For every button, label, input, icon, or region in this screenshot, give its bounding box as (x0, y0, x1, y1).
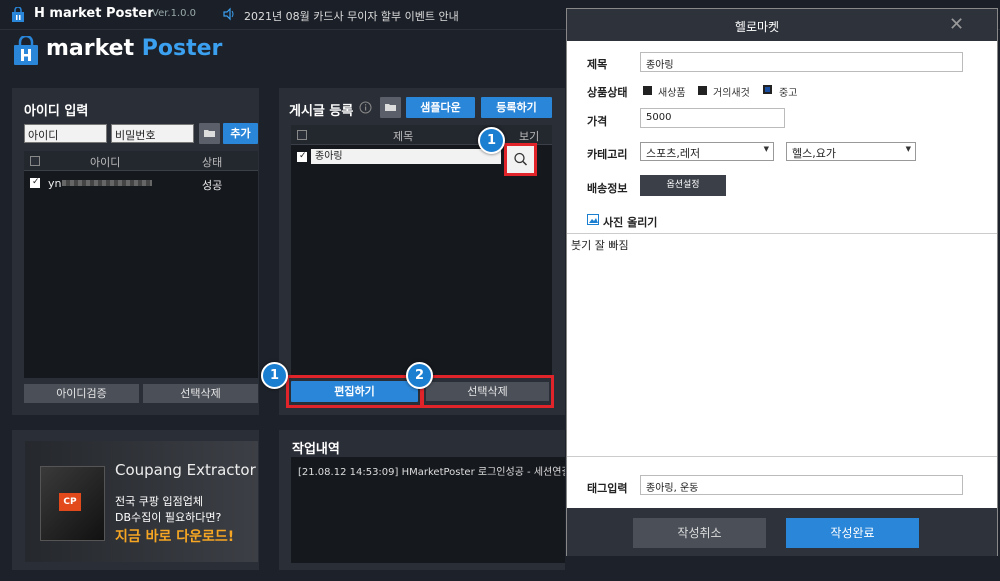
body-text: 붓기 잘 빠짐 (571, 239, 629, 252)
id-input-panel: 아이디 입력 아이디 비밀번호 추가 아이디 상태 yn 성공 아이디검증 선택… (12, 88, 259, 415)
ad-line-2: DB수집이 필요하다면? (115, 511, 222, 524)
folder-button[interactable] (199, 123, 220, 144)
dialog-title: 헬로마켓 (734, 20, 780, 34)
select-all-checkbox[interactable] (30, 156, 40, 166)
view-button[interactable] (504, 143, 537, 176)
dropdown-arrow-icon: ▼ (763, 145, 769, 153)
dialog-footer: 작성취소 작성완료 (567, 508, 997, 556)
ad-cta[interactable]: 지금 바로 다운로드! (115, 526, 234, 546)
condition-option-almost-new: 거의새것 (713, 88, 750, 99)
image-icon (587, 214, 599, 225)
column-status: 상태 (202, 156, 223, 169)
shipping-label: 배송정보 (587, 182, 628, 195)
masked-id (62, 180, 152, 186)
subject-input[interactable]: 종아링 (640, 52, 963, 72)
condition-radio-almost-new[interactable] (698, 86, 707, 95)
dialog-header: 헬로마켓 ✕ (567, 9, 997, 41)
body-editor[interactable]: 붓기 잘 빠짐 (567, 233, 997, 457)
close-icon[interactable]: ✕ (949, 14, 969, 35)
column-id: 아이디 (90, 156, 121, 169)
delete-highlight: 선택삭제 (421, 375, 554, 408)
category-label: 카테고리 (587, 148, 628, 161)
step-badge-1: 1 (261, 362, 288, 389)
app-logo-icon (12, 7, 24, 22)
delete-selected-id-button[interactable]: 선택삭제 (143, 384, 258, 403)
sample-download-button[interactable]: 샘플다운 (406, 97, 475, 118)
work-log-panel: 작업내역 [21.08.12 14:53:09] HMarketPoster 로… (279, 430, 565, 570)
cancel-write-button[interactable]: 작성취소 (633, 518, 766, 548)
post-panel-title: 게시글 등록 (289, 104, 354, 119)
condition-option-used: 중고 (779, 88, 798, 99)
log-panel-title: 작업내역 (292, 442, 340, 457)
ad-line-1: 전국 쿠팡 입점업체 (115, 495, 203, 508)
log-list: [21.08.12 14:53:09] HMarketPoster 로그인성공 … (291, 457, 565, 563)
account-table: 아이디 상태 yn 성공 (24, 151, 258, 378)
product-box-image: CP (40, 466, 105, 541)
shipping-option-button[interactable]: 옵션설정 (640, 175, 726, 196)
password-field[interactable]: 비밀번호 (111, 124, 194, 143)
verify-id-button[interactable]: 아이디검증 (24, 384, 139, 403)
hellomarket-dialog: 헬로마켓 ✕ 제목 종아링 상품상태 새상품 거의새것 중고 가격 5000 카… (566, 8, 998, 556)
row-id: yn (48, 177, 62, 190)
add-account-button[interactable]: 추가 (223, 123, 258, 144)
cp-logo-icon: CP (59, 493, 81, 511)
notice-text[interactable]: 2021년 08월 카드사 무이자 할부 이벤트 안내 (244, 8, 459, 24)
tag-label: 태그입력 (587, 482, 628, 495)
id-field[interactable]: 아이디 (24, 124, 107, 143)
step-badge-2: 2 (406, 362, 433, 389)
folder-button[interactable] (380, 97, 401, 118)
category-value-1: 스포츠,레저 (646, 147, 701, 160)
column-view: 보기 (519, 130, 540, 143)
id-panel-title: 아이디 입력 (24, 104, 89, 119)
log-entry: [21.08.12 14:53:09] HMarketPoster 로그인성공 … (298, 467, 565, 478)
delete-selected-post-button[interactable]: 선택삭제 (426, 382, 549, 401)
condition-radio-new[interactable] (643, 86, 652, 95)
row-title[interactable]: 종아링 (311, 149, 501, 164)
ad-brand: Coupang Extractor (115, 461, 256, 479)
app-title: H market Poster (34, 6, 154, 21)
folder-icon (204, 130, 215, 137)
condition-option-new: 새상품 (658, 88, 686, 99)
category-select-1[interactable]: 스포츠,레저 ▼ (640, 142, 774, 161)
account-table-header: 아이디 상태 (24, 151, 258, 171)
speaker-icon (223, 7, 234, 21)
row-checkbox[interactable] (30, 177, 40, 188)
tag-input[interactable]: 종아링, 운동 (640, 475, 963, 495)
category-value-2: 헬스,요가 (792, 147, 836, 160)
version-label: Ver.1.0.0 (152, 8, 197, 19)
brand-logo-icon (14, 36, 38, 65)
register-button[interactable]: 등록하기 (481, 97, 552, 118)
coupang-ad-banner[interactable]: CP Coupang Extractor 전국 쿠팡 입점업체 DB수집이 필요… (12, 430, 259, 570)
row-status: 성공 (202, 179, 223, 192)
info-icon[interactable] (359, 101, 372, 114)
price-input[interactable]: 5000 (640, 108, 785, 128)
complete-write-button[interactable]: 작성완료 (786, 518, 919, 548)
brand-wordmark: market Poster (46, 36, 223, 61)
row-checkbox[interactable] (297, 151, 307, 162)
condition-radio-used[interactable] (763, 85, 772, 94)
select-all-checkbox[interactable] (297, 130, 307, 140)
subject-label: 제목 (587, 58, 608, 71)
post-table-header: 제목 보기 (291, 125, 552, 145)
price-label: 가격 (587, 115, 608, 128)
dropdown-arrow-icon: ▼ (905, 145, 911, 153)
upload-photo-button[interactable]: 사진 올리기 (603, 214, 657, 230)
step-badge-1: 1 (478, 127, 505, 154)
edit-button[interactable]: 편집하기 (291, 381, 418, 402)
condition-label: 상품상태 (587, 86, 628, 99)
table-row[interactable]: yn 성공 (24, 173, 258, 193)
column-title: 제목 (393, 130, 414, 143)
edit-highlight: 편집하기 (286, 375, 423, 408)
search-icon (514, 152, 528, 166)
category-select-2[interactable]: 헬스,요가 ▼ (786, 142, 916, 161)
folder-icon (385, 104, 396, 111)
